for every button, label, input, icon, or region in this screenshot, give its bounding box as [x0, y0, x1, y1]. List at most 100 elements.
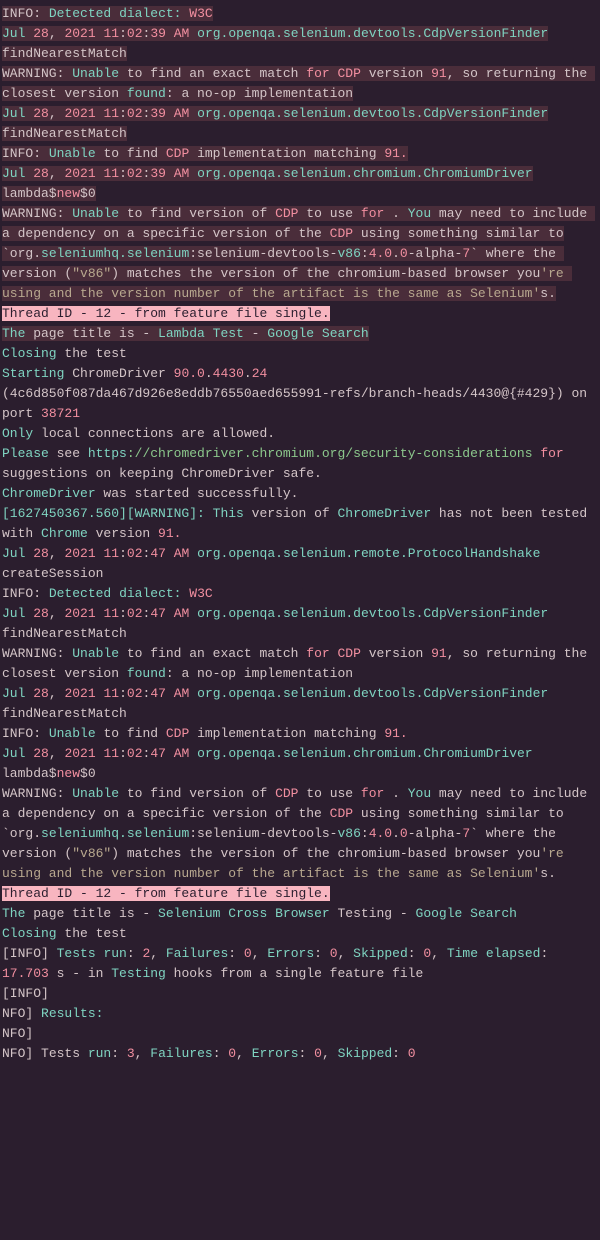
t: :	[392, 1046, 408, 1061]
t: to use	[298, 786, 360, 801]
t: 91	[431, 646, 447, 661]
t: WARNING:	[2, 66, 64, 81]
t: -alpha-	[408, 246, 463, 261]
t: $0	[80, 766, 96, 781]
t: ://chromedriver.chromium.org/security-co…	[127, 446, 540, 461]
t: .	[384, 206, 407, 221]
t: ,	[135, 1046, 151, 1061]
t: https	[88, 446, 127, 461]
t: ,	[150, 946, 166, 961]
t: -alpha-	[408, 826, 463, 841]
thread-id-line: Thread ID - 12 - from feature file singl…	[2, 306, 330, 321]
t: 28	[33, 166, 49, 181]
t: 02	[127, 26, 143, 41]
t: [INFO]	[2, 986, 49, 1001]
t: 28	[33, 546, 49, 561]
t: 0	[400, 826, 408, 841]
t: Unable	[72, 206, 119, 221]
t: 11	[103, 606, 119, 621]
t: WARNING:	[2, 786, 64, 801]
t: :selenium-devtools-	[189, 826, 337, 841]
t: ,	[49, 546, 65, 561]
t: Testing -	[330, 906, 416, 921]
t: AM	[166, 106, 197, 121]
t: 4.0	[369, 826, 392, 841]
t: 47	[150, 606, 166, 621]
t: Results:	[33, 1006, 103, 1021]
t: 47	[150, 746, 166, 761]
t: ,	[252, 946, 268, 961]
t: CDP	[275, 206, 298, 221]
t: v86	[337, 826, 360, 841]
t: to use	[298, 206, 360, 221]
t: 91.	[384, 146, 407, 161]
t: Detected	[49, 586, 111, 601]
t: Jul	[2, 166, 33, 181]
t: ,	[322, 1046, 338, 1061]
t: 02	[127, 546, 143, 561]
t: Lambda	[158, 326, 205, 341]
t: AM	[166, 26, 197, 41]
t: 0	[244, 946, 252, 961]
t: You	[408, 206, 431, 221]
t: :	[361, 826, 369, 841]
t: CDP	[338, 646, 361, 661]
t: WARNING:	[2, 206, 64, 221]
t: AM	[166, 546, 197, 561]
t: .	[205, 366, 213, 381]
t: Detected	[49, 6, 111, 21]
t: 91.	[384, 726, 407, 741]
t: ,	[49, 166, 65, 181]
t: org.openqa.selenium.devtools.CdpVersionF…	[197, 606, 548, 621]
t: to find version of	[119, 786, 275, 801]
t: 90.0	[174, 366, 205, 381]
t: lambda$	[2, 186, 57, 201]
t: to find	[96, 146, 166, 161]
t: for	[361, 206, 384, 221]
t: ChromeDriver	[338, 506, 432, 521]
t: to find an exact match	[119, 646, 306, 661]
t: Skipped	[338, 1046, 393, 1061]
t: 24	[252, 366, 268, 381]
t: using something similar to	[353, 226, 564, 241]
t: NFO]	[2, 1046, 33, 1061]
t: ,	[49, 686, 65, 701]
t: INFO:	[2, 726, 41, 741]
t: AM	[166, 686, 197, 701]
t: ,	[49, 106, 65, 121]
t: Jul	[2, 606, 33, 621]
t: :	[111, 1046, 127, 1061]
t: 02	[127, 106, 143, 121]
t: 11	[103, 686, 119, 701]
t: Search	[322, 326, 369, 341]
t: version	[88, 526, 158, 541]
t: run	[88, 1046, 111, 1061]
t: using something similar to	[353, 806, 564, 821]
t: W3C	[189, 6, 212, 21]
t: ,	[431, 946, 447, 961]
t: org.openqa.selenium.remote.ProtocolHands…	[197, 546, 540, 561]
t: 28	[33, 26, 49, 41]
console-output: INFO: Detected dialect: W3C Jul 28, 2021…	[0, 0, 600, 1068]
t: 2021	[64, 106, 95, 121]
t: 47	[150, 686, 166, 701]
t: NFO]	[2, 1026, 33, 1041]
t: 28	[33, 606, 49, 621]
t: Tests	[57, 946, 96, 961]
t: Errors	[267, 946, 314, 961]
t: ChromeDriver	[64, 366, 173, 381]
t: 02	[127, 166, 143, 181]
t: :	[119, 746, 127, 761]
t: :	[540, 946, 556, 961]
t: 0	[330, 946, 338, 961]
t: 7	[462, 826, 470, 841]
t: This	[213, 506, 244, 521]
log-level: INFO:	[2, 6, 41, 21]
t: seleniumhq.selenium	[41, 826, 189, 841]
t: to find	[96, 726, 166, 741]
t: implementation matching	[189, 146, 384, 161]
t: :	[119, 106, 127, 121]
t: the test	[57, 926, 127, 941]
t: :	[119, 166, 127, 181]
t: version	[361, 66, 431, 81]
